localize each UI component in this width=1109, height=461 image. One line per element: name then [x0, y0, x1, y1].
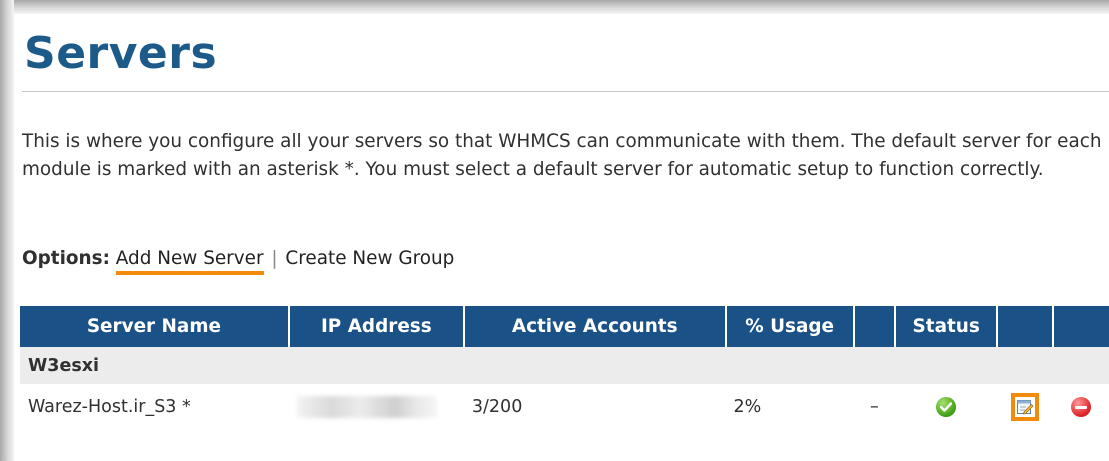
ip-address-redacted [296, 396, 437, 418]
col-active-accounts[interactable]: Active Accounts [463, 306, 727, 347]
active-accounts: 3/200 [463, 384, 726, 430]
table-row: Warez-Host.ir_S3 * 3/200 2% – [20, 384, 1109, 430]
col-blank [853, 306, 896, 347]
check-circle-icon [936, 397, 957, 417]
server-name: Warez-Host.ir_S3 * [20, 384, 289, 430]
col-server-name[interactable]: Server Name [20, 306, 290, 347]
edit-cell [997, 384, 1053, 430]
page-description: This is where you configure all your ser… [22, 131, 1102, 180]
delete-cell [1052, 384, 1109, 430]
options-separator: | [271, 248, 278, 269]
page-title: Servers [24, 28, 218, 79]
server-ip-cell [288, 384, 464, 430]
group-row: W3esxi [20, 347, 1109, 384]
status-cell [894, 384, 998, 430]
top-shadow [0, 0, 1109, 14]
usage-percent: 2% [725, 384, 854, 430]
edit-icon [1017, 400, 1034, 415]
options-bar: Options: Add New Server | Create New Gro… [22, 247, 454, 275]
col-status[interactable]: Status [894, 306, 999, 347]
left-shadow [0, 0, 14, 461]
create-new-group-link[interactable]: Create New Group [285, 248, 454, 269]
group-name: W3esxi [20, 347, 1109, 384]
add-new-server-link[interactable]: Add New Server [115, 247, 264, 275]
col-edit [997, 306, 1054, 347]
col-delete [1052, 306, 1109, 347]
title-divider [22, 91, 1109, 92]
servers-table: Server Name IP Address Active Accounts %… [20, 306, 1109, 430]
options-label: Options: [22, 248, 110, 269]
delete-icon[interactable] [1070, 397, 1091, 417]
screenshot-frame: Servers This is where you configure all … [0, 0, 1109, 461]
col-usage[interactable]: % Usage [725, 306, 855, 347]
col-ip-address[interactable]: IP Address [288, 306, 465, 347]
table-header-row: Server Name IP Address Active Accounts %… [20, 306, 1109, 347]
extra-cell: – [853, 384, 895, 430]
edit-button[interactable] [1011, 393, 1040, 421]
servers-page: Servers This is where you configure all … [14, 14, 1109, 461]
